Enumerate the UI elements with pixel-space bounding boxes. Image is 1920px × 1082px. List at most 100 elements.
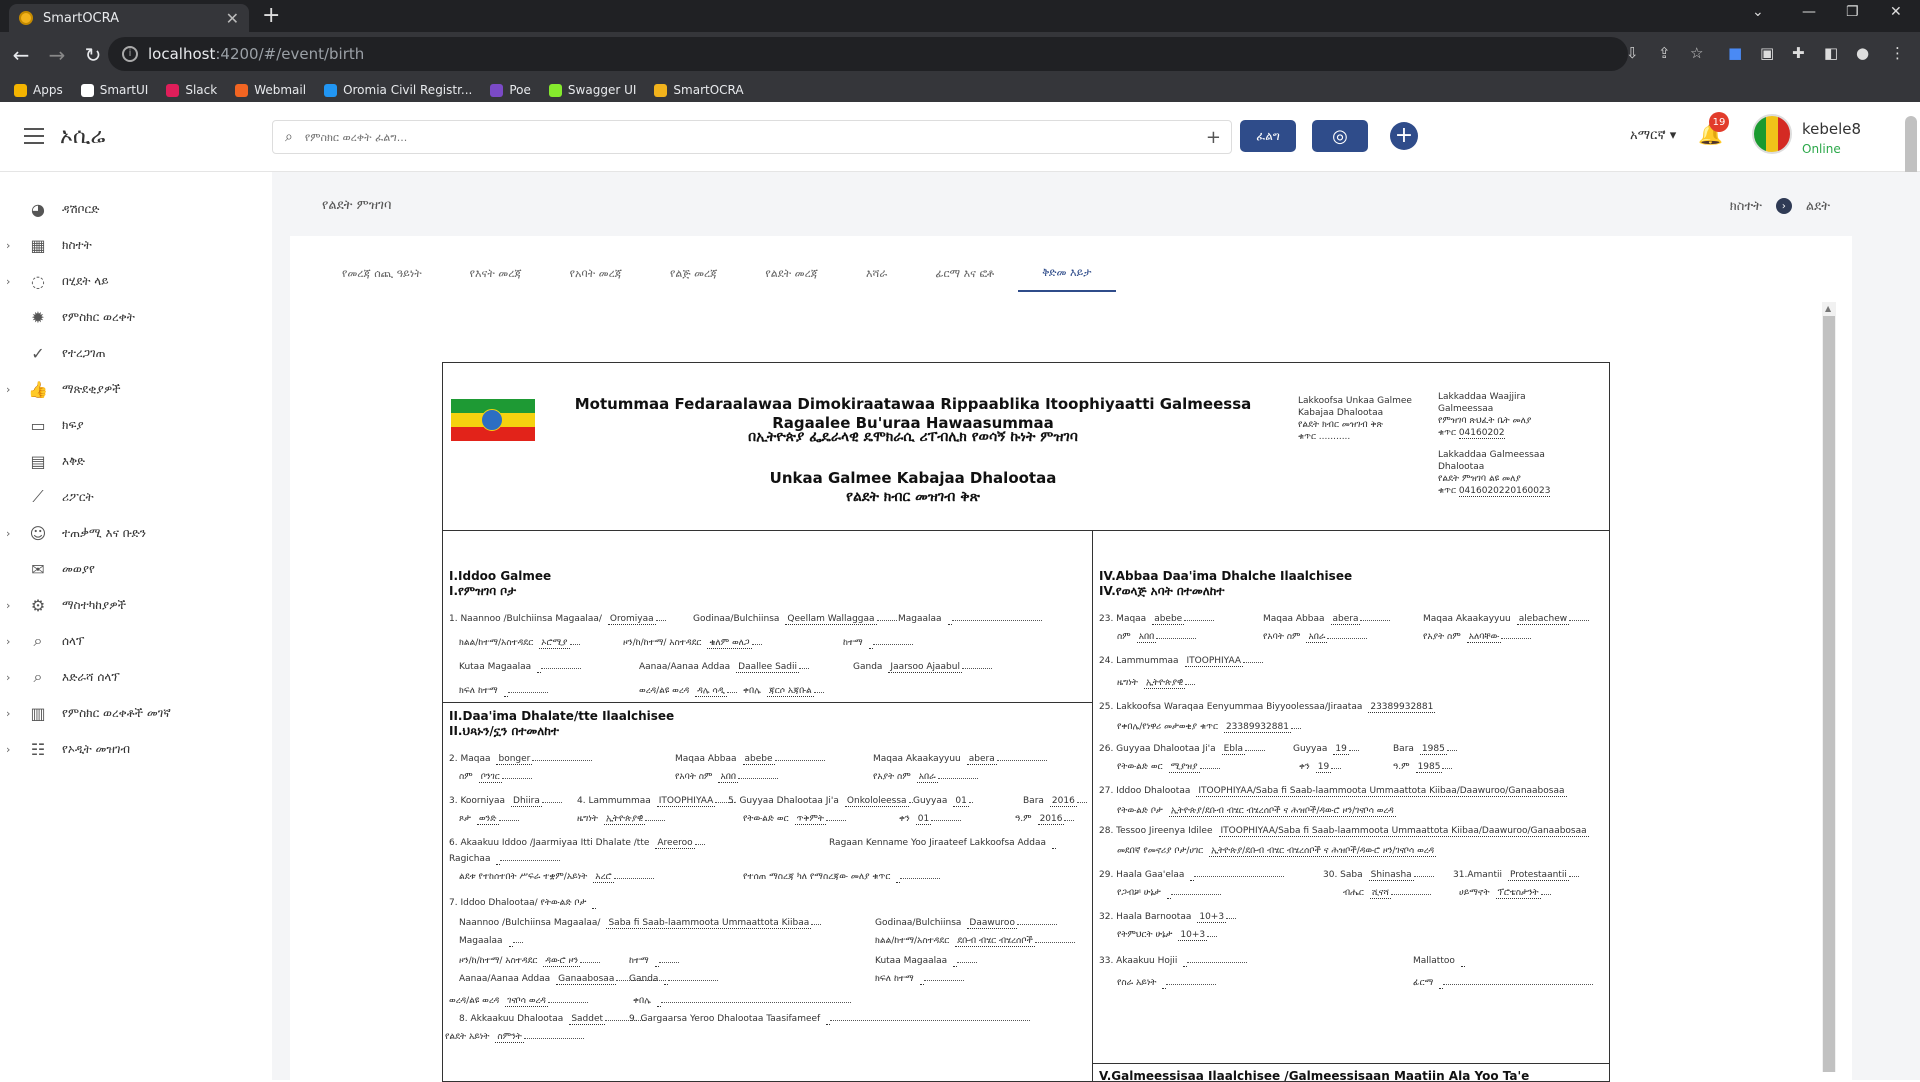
registration-tab[interactable]: የልጅ መረጃ: [646, 256, 741, 292]
bookmark-icon: [548, 83, 562, 97]
scroll-up-icon[interactable]: ▲: [1825, 304, 1831, 313]
sidebar-item[interactable]: ⟋ ሪፖርት: [0, 480, 272, 514]
document-scroll-thumb[interactable]: [1823, 316, 1835, 1072]
reload-icon[interactable]: ↻: [78, 43, 108, 67]
form-field: ልደቱ የተከሰተበት ሥፍራ ተቋም/አይነት አረሮ: [459, 871, 654, 883]
registration-tab[interactable]: የአባት መረጃ: [546, 256, 646, 292]
registration-tab[interactable]: ፊርማ እና ፎቶ: [911, 256, 1018, 292]
form-field-value: [1051, 838, 1056, 849]
form-field-label: ቀበሌ: [743, 686, 761, 696]
bookmark-item[interactable]: Poe: [490, 83, 531, 97]
form-field-value: ጃርሶ አጃቡል: [766, 686, 814, 697]
bookmark-item[interactable]: Apps: [14, 83, 63, 97]
form-field: ስም አበበ: [1117, 631, 1197, 643]
sidebar-item[interactable]: › ☺ ተጠቃሚ እና ቡድን: [0, 516, 272, 550]
bookmark-item[interactable]: SmartUI: [80, 83, 148, 97]
fill-line: [507, 685, 548, 693]
add-event-button[interactable]: +: [1390, 122, 1418, 150]
close-window-icon[interactable]: ✕: [1890, 4, 1902, 20]
sidebar-item[interactable]: › 👍 ማጽደቂያዎች: [0, 372, 272, 406]
form-field: የትምህርት ሁኔታ 10+3: [1117, 929, 1218, 941]
bookmark-star-icon[interactable]: ☆: [1690, 44, 1703, 62]
bookmark-icon: [324, 83, 338, 97]
bookmark-item[interactable]: SmartOCRA: [654, 83, 744, 97]
certificate-search-input[interactable]: [304, 130, 1206, 144]
sidebar-item[interactable]: › ☷ የኦዲት መዝገብ: [0, 732, 272, 766]
sidebar-item[interactable]: › ⌕ ሰላፕ: [0, 624, 272, 658]
registration-tab[interactable]: የእናት መረጃ: [446, 256, 546, 292]
document-subtitle-amharic: የልደት ክብር መዝገብ ቅጽ: [846, 489, 980, 505]
back-icon[interactable]: ←: [6, 43, 36, 67]
form-field-value: 10+3: [1178, 930, 1208, 941]
menu-toggle-icon[interactable]: [24, 128, 44, 144]
form-field-value: ITOOPHIYAA: [656, 796, 716, 807]
side-panel-icon[interactable]: ◧: [1824, 44, 1838, 62]
extensions-puzzle-icon[interactable]: ✚: [1792, 44, 1805, 62]
sidebar-item[interactable]: ✉ መወያየ: [0, 552, 272, 586]
bookmark-item[interactable]: Slack: [166, 83, 217, 97]
form-field-label: 5. Guyyaa Dhalootaa Ji'a: [728, 796, 839, 806]
bookmark-label: Swagger UI: [567, 83, 637, 97]
form-field: 6. Akaakuu Iddoo /Jaarmiyaa Itti Dhalate…: [449, 837, 705, 849]
form-field-value: 19: [1315, 762, 1332, 773]
form-field: የአባት ስም አበራ: [1263, 631, 1368, 643]
section-1-title-amharic: I.የምዝገባ ቦታ: [449, 584, 517, 598]
fingerprint-search-button[interactable]: ◎: [1312, 120, 1368, 152]
restore-icon[interactable]: ❐: [1846, 4, 1859, 20]
advanced-search-plus-icon[interactable]: +: [1206, 127, 1221, 148]
chevron-right-icon: ›: [6, 670, 11, 684]
bookmark-item[interactable]: Oromia Civil Registr...: [324, 83, 472, 97]
sidebar-item[interactable]: › ▥ የምስክር ወረቀቶች መገኛ: [0, 696, 272, 730]
form-field: ዜግነት ኢትዮጵያዊ: [1117, 677, 1196, 689]
form-field-label: Maqaa Abbaa: [675, 754, 737, 764]
form-field: Naannoo /Bulchiinsa Magaalaa/Saba fi Saa…: [459, 917, 822, 929]
tab-search-chevron-icon[interactable]: ⌄: [1752, 4, 1764, 20]
search-button[interactable]: ፈልግ: [1240, 120, 1296, 152]
url-bar[interactable]: i localhost:4200/#/event/birth: [108, 37, 1628, 71]
form-field-label: የተሰጠ ማስረጃ ካለ የማስረጃው መለያ ቁጥር: [743, 872, 891, 882]
sidebar-item[interactable]: ▭ ክፍያ: [0, 408, 272, 442]
document-scrollbar[interactable]: ▲: [1822, 302, 1836, 1072]
bookmark-icon: [654, 83, 668, 97]
sidebar-item[interactable]: ◕ ዳሽቦርድ: [0, 192, 272, 226]
breadcrumb-event-link[interactable]: ክስተት: [1730, 199, 1762, 214]
form-field: ፊርማ: [1413, 977, 1594, 989]
sidebar-item[interactable]: › ▦ ክስተት: [0, 228, 272, 262]
form-field: 5. Guyyaa Dhalootaa Ji'a Onkololeessa: [728, 795, 913, 807]
sidebar-item[interactable]: ✓ የተረጋገጠ: [0, 336, 272, 370]
install-app-icon[interactable]: ⇩: [1626, 44, 1639, 62]
extension-fi-icon[interactable]: ■: [1728, 44, 1742, 62]
form-field: 33. Akaakuu Hojii: [1099, 955, 1248, 967]
forward-icon[interactable]: →: [42, 43, 72, 67]
share-icon[interactable]: ⇪: [1658, 44, 1671, 62]
check-circle-icon: ✓: [31, 343, 45, 363]
site-info-icon[interactable]: i: [122, 46, 138, 62]
bookmark-item[interactable]: Swagger UI: [548, 83, 637, 97]
registration-tab[interactable]: ቅድመ እይታ: [1018, 256, 1116, 292]
close-tab-icon[interactable]: ✕: [226, 9, 239, 28]
sidebar-item-label: ክስተት: [62, 237, 92, 252]
extension-image-icon[interactable]: ▣: [1760, 44, 1774, 62]
sidebar-item[interactable]: › ⌕ እድራሻ ሰላፕ: [0, 660, 272, 694]
registration-tab[interactable]: የልደት መረጃ: [741, 256, 842, 292]
registration-tab[interactable]: የመረጃ ሰጪ ዓይነት: [318, 256, 446, 292]
minimize-icon[interactable]: —: [1802, 4, 1816, 20]
form-field-label: 30. Saba: [1323, 870, 1363, 880]
sidebar-item-label: መወያየ: [62, 561, 95, 576]
user-avatar[interactable]: [1752, 114, 1792, 154]
form-field: ሀይማኖት ፕሮቴስታንት: [1459, 887, 1551, 899]
app-brand: ኦሲሬ: [60, 124, 106, 149]
profile-icon[interactable]: ●: [1856, 44, 1869, 62]
fill-line: [1245, 743, 1266, 751]
new-tab-icon[interactable]: +: [262, 3, 280, 28]
browser-tab[interactable]: SmartOCRA ✕: [9, 4, 249, 32]
registration-tab[interactable]: እሻራ: [842, 256, 911, 292]
form-field-label: የአያት ስም: [1423, 632, 1461, 642]
sidebar-item[interactable]: ✹ የምስክር ወረቀት: [0, 300, 272, 334]
browser-menu-icon[interactable]: ⋮: [1890, 44, 1905, 62]
sidebar-item[interactable]: › ⚙ ማስተካከያዎች: [0, 588, 272, 622]
bookmark-item[interactable]: Webmail: [235, 83, 306, 97]
sidebar-item[interactable]: › ◌ በሂደት ላይ: [0, 264, 272, 298]
language-selector[interactable]: አማርኛ ▾: [1630, 128, 1676, 143]
sidebar-item[interactable]: ▤ እቅድ: [0, 444, 272, 478]
